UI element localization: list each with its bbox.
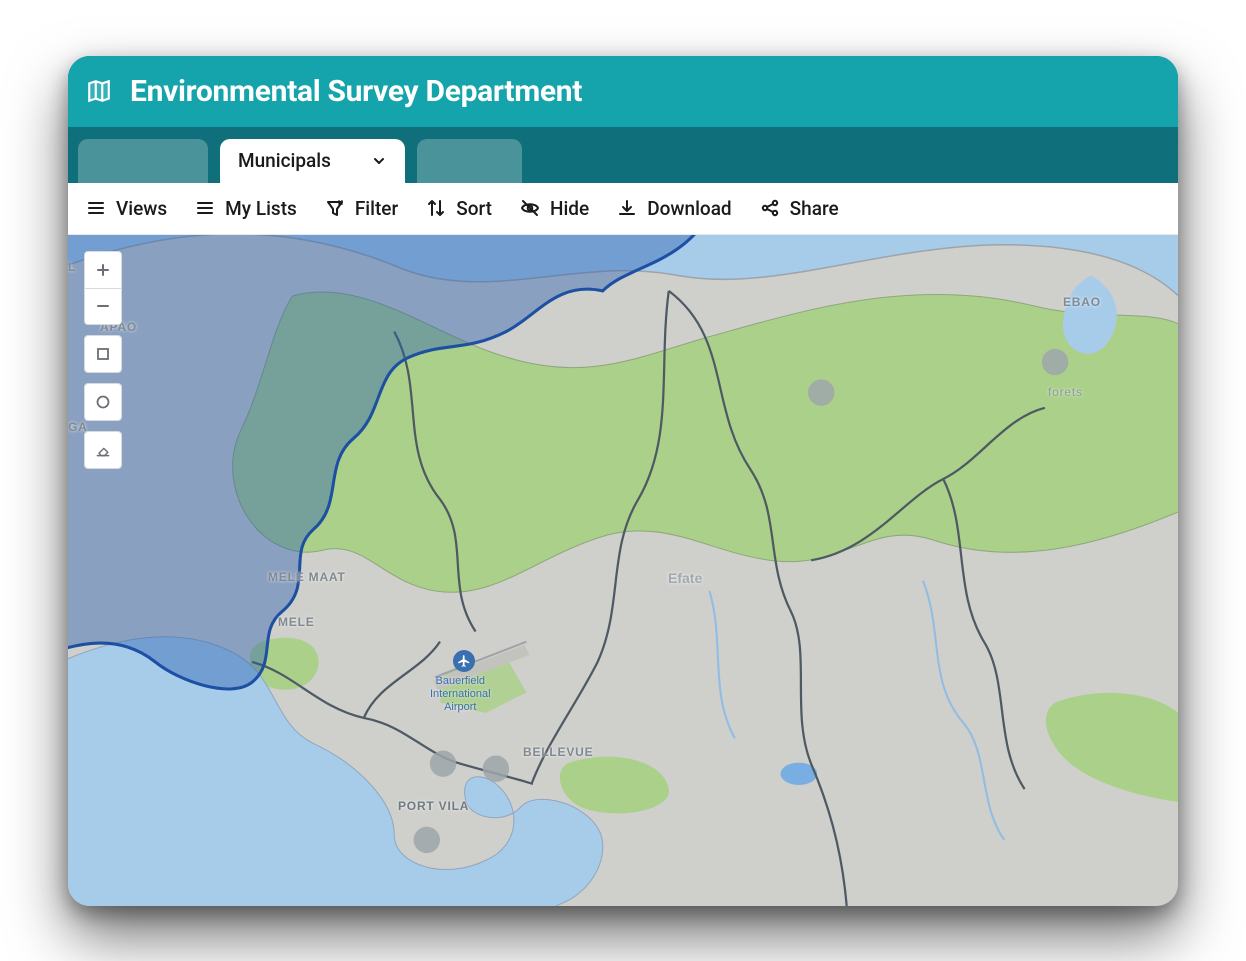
- tab-placeholder-left[interactable]: [78, 139, 208, 183]
- map-label-bellevue: BELLEVUE: [523, 745, 593, 759]
- erase-group: [84, 431, 122, 469]
- chevron-down-icon: [371, 153, 387, 169]
- hide-label: Hide: [550, 197, 589, 220]
- list-icon: [195, 198, 215, 218]
- mylists-label: My Lists: [225, 197, 297, 220]
- map-label-airport: Bauerfield International Airport: [430, 675, 491, 715]
- map-label-port-vila: PORT VILA: [398, 799, 469, 813]
- eye-off-icon: [520, 198, 540, 218]
- map-svg: [68, 235, 1178, 906]
- map-label-forets: forets: [1048, 385, 1083, 399]
- tab-municipals[interactable]: Municipals: [220, 139, 405, 183]
- app-header: Environmental Survey Department: [68, 56, 1178, 127]
- airport-marker-icon: [453, 650, 475, 672]
- toolbar: Views My Lists Filter Sort Hide: [68, 183, 1178, 235]
- draw-circle-button[interactable]: [85, 384, 121, 420]
- map-label-mele: MELE: [278, 615, 315, 629]
- views-label: Views: [116, 197, 167, 220]
- sort-button[interactable]: Sort: [426, 197, 492, 220]
- map-label-ebao: EBAO: [1063, 295, 1101, 309]
- map-label-l: L: [68, 260, 76, 274]
- draw-rect-group: [84, 335, 122, 373]
- list-icon: [86, 198, 106, 218]
- app-title: Environmental Survey Department: [130, 74, 582, 109]
- map-canvas[interactable]: L APAO GA MELE MAAT MELE BELLEVUE PORT V…: [68, 235, 1178, 906]
- mylists-button[interactable]: My Lists: [195, 197, 297, 220]
- download-icon: [617, 198, 637, 218]
- share-button[interactable]: Share: [760, 197, 839, 220]
- share-icon: [760, 198, 780, 218]
- zoom-in-button[interactable]: [85, 252, 121, 288]
- map-label-mele-maat: MELE MAAT: [268, 570, 346, 584]
- draw-rectangle-button[interactable]: [85, 336, 121, 372]
- erase-button[interactable]: [85, 432, 121, 468]
- hide-button[interactable]: Hide: [520, 197, 589, 220]
- map-controls: [84, 251, 122, 469]
- share-label: Share: [790, 197, 839, 220]
- map-logo-icon: [86, 78, 112, 104]
- filter-button[interactable]: Filter: [325, 197, 398, 220]
- zoom-out-button[interactable]: [85, 288, 121, 324]
- download-button[interactable]: Download: [617, 197, 731, 220]
- app-frame: Environmental Survey Department Municipa…: [68, 56, 1178, 906]
- filter-label: Filter: [355, 197, 398, 220]
- map-label-efate: Efate: [668, 570, 702, 586]
- sort-icon: [426, 198, 446, 218]
- tab-bar: Municipals: [68, 127, 1178, 183]
- zoom-control-group: [84, 251, 122, 325]
- sort-label: Sort: [456, 197, 492, 220]
- views-button[interactable]: Views: [86, 197, 167, 220]
- download-label: Download: [647, 197, 731, 220]
- tab-label: Municipals: [238, 149, 331, 172]
- filter-icon: [325, 198, 345, 218]
- draw-circle-group: [84, 383, 122, 421]
- tab-placeholder-right[interactable]: [417, 139, 522, 183]
